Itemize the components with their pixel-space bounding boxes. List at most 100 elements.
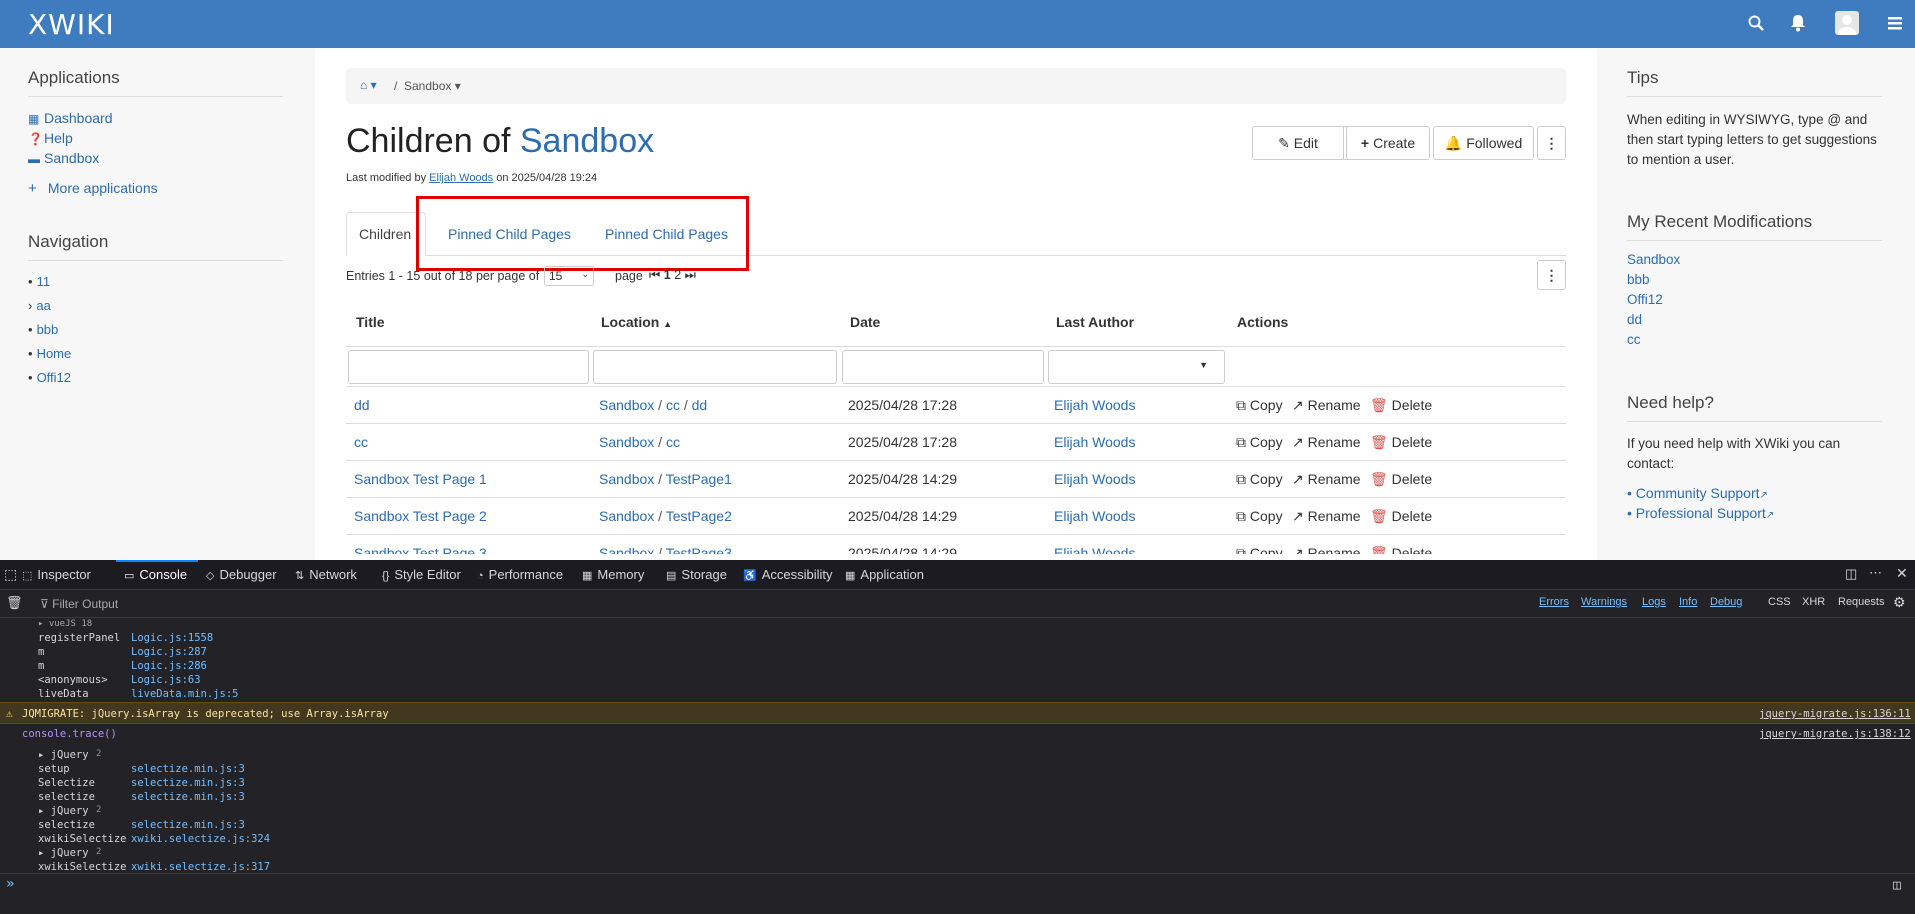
filter-xhr[interactable]: XHR xyxy=(1802,596,1825,608)
nav-item[interactable]: • 11 xyxy=(28,274,50,289)
app-sandbox[interactable]: ▬ Sandbox xyxy=(28,150,99,166)
trace-function[interactable]: ▸ jQuery xyxy=(38,847,89,859)
community-support-link[interactable]: • Community Support↗ xyxy=(1627,485,1768,501)
location-filter-input[interactable] xyxy=(593,350,837,384)
breadcrumb-item-sandbox[interactable]: Sandbox ▾ xyxy=(404,79,461,93)
xwiki-logo[interactable]: XWIKI xyxy=(28,8,115,41)
row-title-link[interactable]: dd xyxy=(354,397,370,413)
editor-mode-icon[interactable]: ◫ xyxy=(1893,878,1901,893)
last-page-icon[interactable]: ⏭ xyxy=(685,268,696,282)
devtools-tab-console[interactable]: ▭ Console xyxy=(124,567,187,582)
location-link[interactable]: Sandbox xyxy=(599,508,654,524)
trace-source-link[interactable]: Logic.js:286 xyxy=(131,660,207,672)
devtools-tab-memory[interactable]: ▦ Memory xyxy=(582,567,644,582)
close-icon[interactable]: ✕ xyxy=(1896,565,1908,582)
location-link[interactable]: TestPage2 xyxy=(666,508,732,524)
row-title-link[interactable]: Sandbox Test Page 2 xyxy=(354,508,487,524)
row-title-link[interactable]: Sandbox Test Page 3 xyxy=(354,545,487,554)
more-options-icon[interactable]: ⋯ xyxy=(1869,565,1882,581)
nav-item[interactable]: › aa xyxy=(28,298,51,313)
trace-source-link[interactable]: selectize.min.js:3 xyxy=(131,791,245,803)
trace-source-link[interactable]: xwiki.selectize.js:324 xyxy=(131,833,270,845)
page-1[interactable]: 1 xyxy=(664,268,671,282)
column-header-date[interactable]: Date xyxy=(850,314,880,330)
location-link[interactable]: TestPage3 xyxy=(666,545,732,554)
row-rename-action[interactable]: ↗ Rename xyxy=(1292,471,1361,488)
trace-source-link[interactable]: jquery-migrate.js:138:12 xyxy=(1759,728,1911,740)
location-link[interactable]: cc xyxy=(666,434,680,450)
row-author-link[interactable]: Elijah Woods xyxy=(1054,545,1135,554)
row-author-link[interactable]: Elijah Woods xyxy=(1054,397,1135,413)
title-link-sandbox[interactable]: Sandbox xyxy=(520,122,654,160)
devtools-tab-style-editor[interactable]: {} Style Editor xyxy=(382,567,461,582)
level-warnings[interactable]: Warnings xyxy=(1581,596,1627,608)
filter-css[interactable]: CSS xyxy=(1768,596,1791,608)
column-header-location[interactable]: Location ▲ xyxy=(601,314,672,330)
tab-children[interactable]: Children xyxy=(346,212,426,256)
first-page-icon[interactable]: ⏮ xyxy=(649,268,660,282)
row-author-link[interactable]: Elijah Woods xyxy=(1054,471,1135,487)
devtools-tab-application[interactable]: ▦ Application xyxy=(845,567,924,582)
row-copy-action[interactable]: ⧉ Copy xyxy=(1236,397,1283,414)
devtools-tab-accessibility[interactable]: ♿ Accessibility xyxy=(743,567,833,582)
recent-item[interactable]: Offi12 xyxy=(1627,292,1663,307)
location-link[interactable]: TestPage1 xyxy=(666,471,732,487)
devtools-tab-debugger[interactable]: ◇ Debugger xyxy=(206,567,277,582)
recent-item[interactable]: bbb xyxy=(1627,272,1650,287)
author-filter-select[interactable]: ▼ xyxy=(1048,350,1225,384)
level-errors[interactable]: Errors xyxy=(1539,596,1569,608)
column-header-title[interactable]: Title xyxy=(356,314,385,330)
warning-source-link[interactable]: jquery-migrate.js:136:11 xyxy=(1759,708,1911,720)
app-help[interactable]: ❓Help xyxy=(28,130,73,146)
level-info[interactable]: Info xyxy=(1679,596,1697,608)
row-delete-action[interactable]: 🗑 Delete xyxy=(1370,508,1432,525)
row-copy-action[interactable]: ⧉ Copy xyxy=(1236,471,1283,488)
row-title-link[interactable]: cc xyxy=(354,434,368,450)
author-link[interactable]: Elijah Woods xyxy=(429,172,493,184)
page-2[interactable]: 2 xyxy=(674,268,681,282)
professional-support-link[interactable]: • Professional Support↗ xyxy=(1627,505,1774,521)
dock-icon[interactable]: ◫ xyxy=(1845,566,1857,582)
location-link[interactable]: Sandbox xyxy=(599,397,654,413)
user-avatar[interactable] xyxy=(1835,11,1859,35)
level-debug[interactable]: Debug xyxy=(1710,596,1742,608)
nav-item[interactable]: • Offi12 xyxy=(28,370,71,385)
level-logs[interactable]: Logs xyxy=(1642,596,1666,608)
followed-button[interactable]: 🔔 Followed xyxy=(1433,126,1534,160)
more-applications-link[interactable]: + More applications xyxy=(28,180,158,197)
trash-icon[interactable]: 🗑 xyxy=(6,595,23,611)
trace-function[interactable]: ▸ jQuery xyxy=(38,749,89,761)
location-link[interactable]: dd xyxy=(692,397,708,413)
devtools-tab-storage[interactable]: ▤ Storage xyxy=(666,567,727,582)
row-rename-action[interactable]: ↗ Rename xyxy=(1292,397,1361,414)
devtools-tab-inspector[interactable]: ⬚ Inspector xyxy=(22,567,91,582)
row-author-link[interactable]: Elijah Woods xyxy=(1054,508,1135,524)
location-link[interactable]: Sandbox xyxy=(599,434,654,450)
row-rename-action[interactable]: ↗ Rename xyxy=(1292,545,1361,554)
table-options-button[interactable]: ⋮ xyxy=(1537,260,1566,290)
row-delete-action[interactable]: 🗑 Delete xyxy=(1370,397,1432,414)
app-dashboard[interactable]: ▦ Dashboard xyxy=(28,110,113,126)
recent-item[interactable]: Sandbox xyxy=(1627,252,1680,267)
menu-icon[interactable] xyxy=(1888,17,1902,30)
trace-source-link[interactable]: liveData.min.js:5 xyxy=(131,688,238,700)
row-copy-action[interactable]: ⧉ Copy xyxy=(1236,434,1283,451)
edit-button[interactable]: ✎ Edit xyxy=(1252,126,1344,160)
gear-icon[interactable]: ⚙ xyxy=(1893,594,1906,611)
row-author-link[interactable]: Elijah Woods xyxy=(1054,434,1135,450)
row-delete-action[interactable]: 🗑 Delete xyxy=(1370,471,1432,488)
row-rename-action[interactable]: ↗ Rename xyxy=(1292,508,1361,525)
trace-source-link[interactable]: Logic.js:63 xyxy=(131,674,201,686)
trace-source-link[interactable]: Logic.js:287 xyxy=(131,646,207,658)
column-header-last-author[interactable]: Last Author xyxy=(1056,314,1134,330)
per-page-select[interactable]: 15 ⌄ xyxy=(544,266,594,286)
recent-item[interactable]: cc xyxy=(1627,332,1641,347)
more-actions-button[interactable]: ⋮ xyxy=(1537,126,1566,160)
row-delete-action[interactable]: 🗑 Delete xyxy=(1370,434,1432,451)
trace-source-link[interactable]: selectize.min.js:3 xyxy=(131,763,245,775)
nav-item[interactable]: • Home xyxy=(28,346,71,361)
create-button[interactable]: + Create xyxy=(1346,126,1430,160)
filter-input[interactable]: ⊽ Filter Output xyxy=(40,597,118,611)
location-link[interactable]: Sandbox xyxy=(599,545,654,554)
pick-element-icon[interactable]: ⬚ xyxy=(4,566,17,583)
